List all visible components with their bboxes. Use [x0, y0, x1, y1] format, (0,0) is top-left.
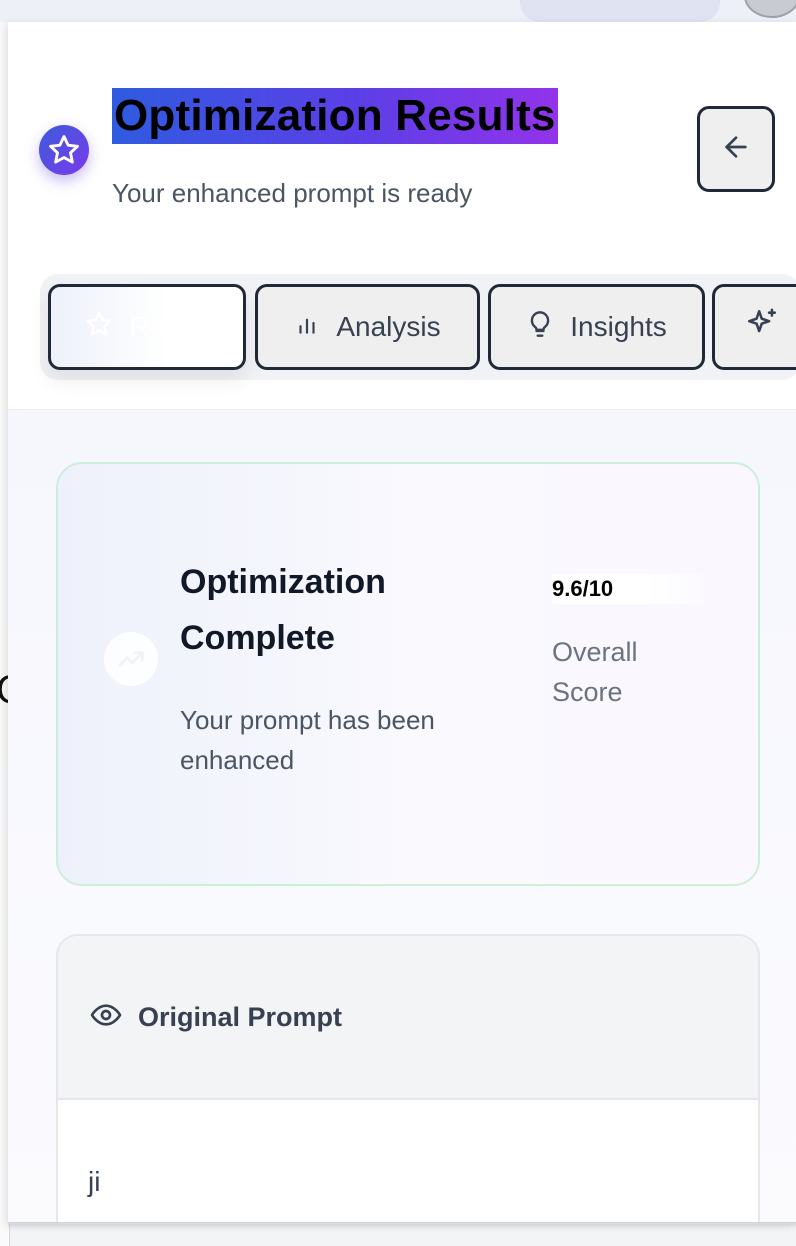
trending-up-icon — [104, 632, 158, 686]
overall-score-value: 9.6/10 — [552, 574, 712, 604]
tab-insights[interactable]: Insights — [488, 284, 705, 370]
bar-chart-icon — [294, 311, 320, 344]
sparkles-icon — [745, 307, 779, 348]
summary-title: Optimization Complete — [180, 563, 386, 657]
summary-description: Your prompt has been enhanced — [180, 705, 435, 775]
original-prompt-text: ji — [88, 1166, 101, 1197]
tab-result-label: Result — [129, 311, 209, 342]
original-prompt-header[interactable]: Original Prompt — [58, 936, 758, 1100]
tab-result[interactable]: Result — [48, 284, 246, 370]
panel-shadow — [8, 1222, 796, 1228]
tab-insights-label: Insights — [570, 311, 667, 342]
tab-sparkles[interactable] — [712, 284, 796, 370]
star-icon — [85, 310, 113, 345]
page-title: Optimization Results — [112, 88, 558, 144]
eye-icon — [90, 999, 122, 1036]
extension-panel: Optimization Results Your enhanced promp… — [8, 22, 796, 1224]
back-button[interactable] — [697, 106, 775, 192]
overall-score-label: Overall Score — [552, 637, 638, 707]
panel-header: Optimization Results Your enhanced promp… — [8, 22, 796, 410]
original-prompt-title: Original Prompt — [138, 1001, 343, 1032]
star-icon — [39, 125, 89, 175]
browser-address-bar — [520, 0, 720, 22]
original-prompt-card: Original Prompt ji — [56, 934, 760, 1224]
lightbulb-icon — [526, 310, 554, 345]
page-subtitle: Your enhanced prompt is ready — [112, 178, 473, 208]
arrow-left-icon — [720, 131, 752, 168]
tab-analysis[interactable]: Analysis — [255, 284, 480, 370]
tab-analysis-label: Analysis — [336, 311, 441, 342]
results-content: Optimization Complete Your prompt has be… — [8, 410, 796, 1224]
optimization-summary-card: Optimization Complete Your prompt has be… — [56, 462, 760, 886]
